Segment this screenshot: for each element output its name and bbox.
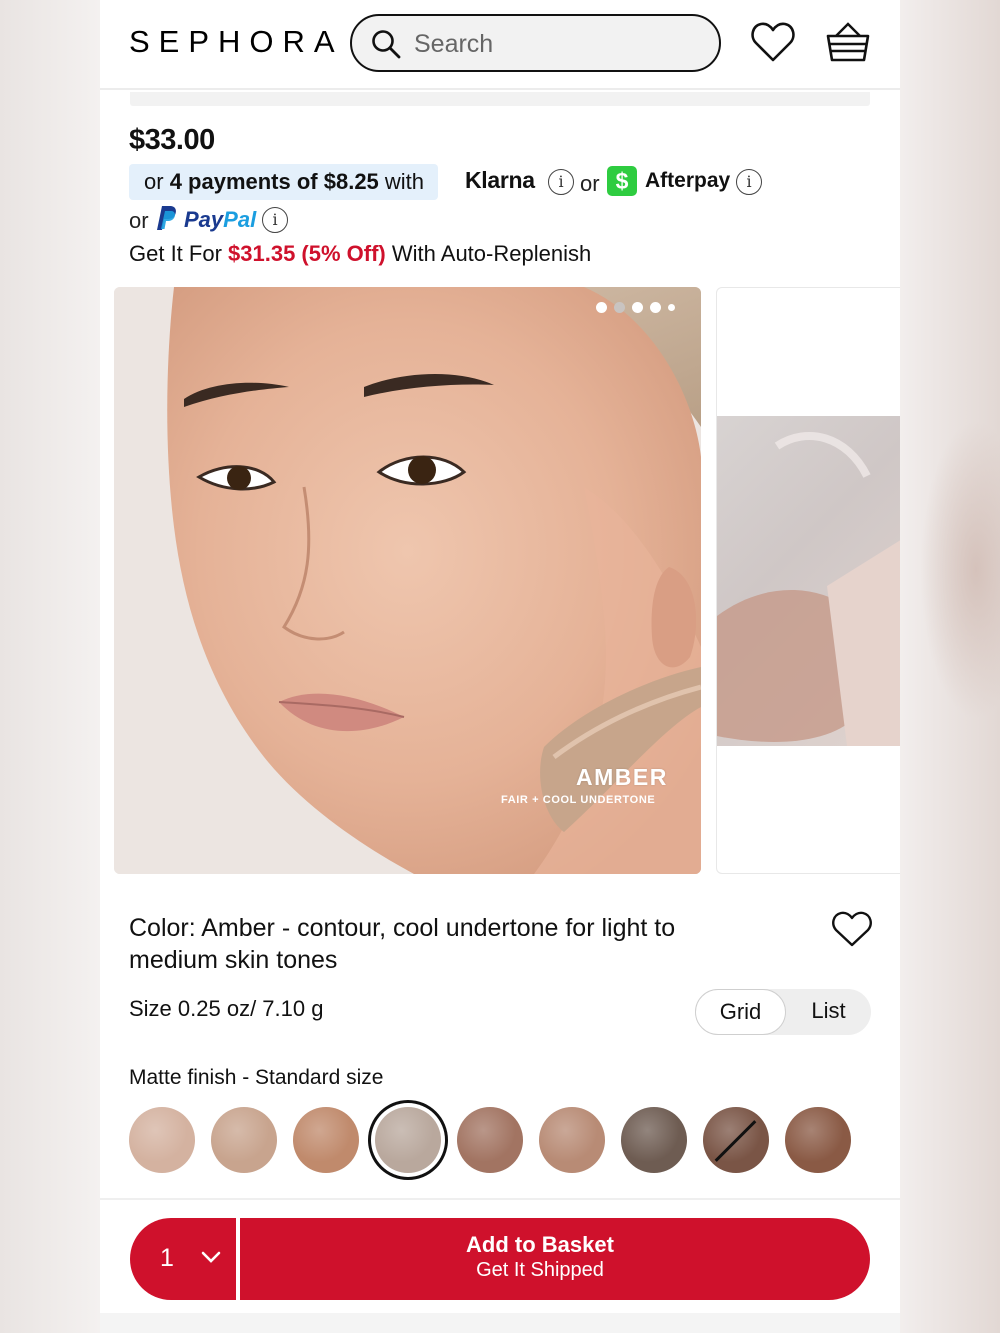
collapsed-section: [130, 92, 870, 106]
background-left: [0, 0, 100, 1333]
klarna-info-icon[interactable]: i: [548, 169, 574, 195]
favorite-heart-icon[interactable]: [831, 910, 873, 948]
product-price: $33.00: [129, 124, 215, 156]
paypal-pay-text: Pay: [184, 207, 224, 232]
color-swatch[interactable]: [703, 1107, 769, 1173]
color-swatch[interactable]: [539, 1107, 605, 1173]
color-swatch-selected[interactable]: [375, 1107, 441, 1173]
grid-view-button[interactable]: Grid: [695, 989, 786, 1035]
shade-name-overlay: AMBER: [576, 764, 668, 790]
list-view-button[interactable]: List: [786, 989, 871, 1035]
search-icon: [372, 30, 401, 59]
color-swatch[interactable]: [211, 1107, 277, 1173]
heart-icon[interactable]: [750, 20, 796, 64]
installments-prefix: or: [144, 169, 170, 194]
auto-replenish-text: Get It For $31.35 (5% Off) With Auto-Rep…: [129, 241, 591, 267]
shade-desc-overlay: FAIR + COOL UNDERTONE: [501, 794, 656, 806]
afterpay-icon: $: [607, 166, 637, 196]
product-image-main[interactable]: AMBER FAIR + COOL UNDERTONE: [114, 287, 701, 874]
carousel-dot-active[interactable]: [614, 302, 625, 313]
replenish-suffix: With Auto-Replenish: [385, 241, 592, 266]
hand-illustration: [717, 432, 900, 746]
product-image-preview: [717, 416, 900, 746]
installments-suffix: with: [378, 169, 425, 194]
paypal-icon: [157, 206, 176, 230]
sephora-logo[interactable]: SEPHORA: [129, 24, 344, 60]
background-right: [900, 0, 1000, 1333]
color-swatch[interactable]: [129, 1107, 195, 1173]
size-text: Size 0.25 oz/ 7.10 g: [129, 996, 324, 1021]
unavailable-slash-icon: [714, 1120, 757, 1162]
quantity-value: 1: [160, 1244, 174, 1272]
or-text-paypal: or: [129, 208, 149, 233]
replenish-prefix: Get It For: [129, 241, 229, 266]
color-swatch[interactable]: [785, 1107, 851, 1173]
product-image-next[interactable]: [716, 287, 900, 874]
installments-amount: 4 payments of $8.25: [169, 169, 379, 194]
color-swatch[interactable]: [293, 1107, 359, 1173]
carousel-dots: [596, 301, 696, 315]
or-text: or: [580, 171, 600, 196]
app-screen: SEPHORA $33.00 or 4 payments of $8.25 wi…: [100, 0, 900, 1333]
color-swatch[interactable]: [621, 1107, 687, 1173]
color-swatch[interactable]: [457, 1107, 523, 1173]
search-bar[interactable]: [350, 14, 721, 72]
afterpay-info-icon[interactable]: i: [736, 169, 762, 195]
replenish-price: $31.35 (5% Off): [228, 241, 386, 266]
carousel-dot[interactable]: [632, 302, 643, 313]
background-blur: [920, 420, 1000, 720]
afterpay-logo[interactable]: Afterpay: [645, 169, 730, 193]
installments-pill[interactable]: or 4 payments of $8.25 with: [129, 164, 439, 200]
paypal-pal-text: Pal: [223, 207, 257, 232]
paypal-info-icon[interactable]: i: [262, 207, 288, 233]
add-to-basket-button[interactable]: Add to Basket Get It Shipped: [240, 1218, 870, 1300]
top-header: SEPHORA: [100, 0, 900, 90]
search-input[interactable]: [414, 28, 704, 60]
quantity-select[interactable]: 1: [130, 1218, 238, 1300]
chevron-down-icon: [201, 1251, 221, 1263]
klarna-logo[interactable]: Klarna: [465, 167, 535, 194]
paypal-logo[interactable]: PayPal: [184, 207, 256, 233]
home-indicator-area: [100, 1313, 900, 1333]
carousel-dot[interactable]: [650, 302, 661, 313]
shipping-method-label: Get It Shipped: [476, 1259, 604, 1281]
bottom-action-bar: 1 Add to Basket Get It Shipped: [100, 1198, 900, 1333]
carousel-dot[interactable]: [596, 302, 607, 313]
finish-label: Matte finish - Standard size: [129, 1066, 384, 1089]
basket-icon[interactable]: [824, 18, 872, 66]
add-to-basket-label: Add to Basket: [466, 1232, 614, 1257]
view-toggle: Grid List: [695, 989, 871, 1035]
selected-color-description: Color: Amber - contour, cool undertone f…: [129, 914, 676, 974]
carousel-dot[interactable]: [668, 304, 675, 311]
